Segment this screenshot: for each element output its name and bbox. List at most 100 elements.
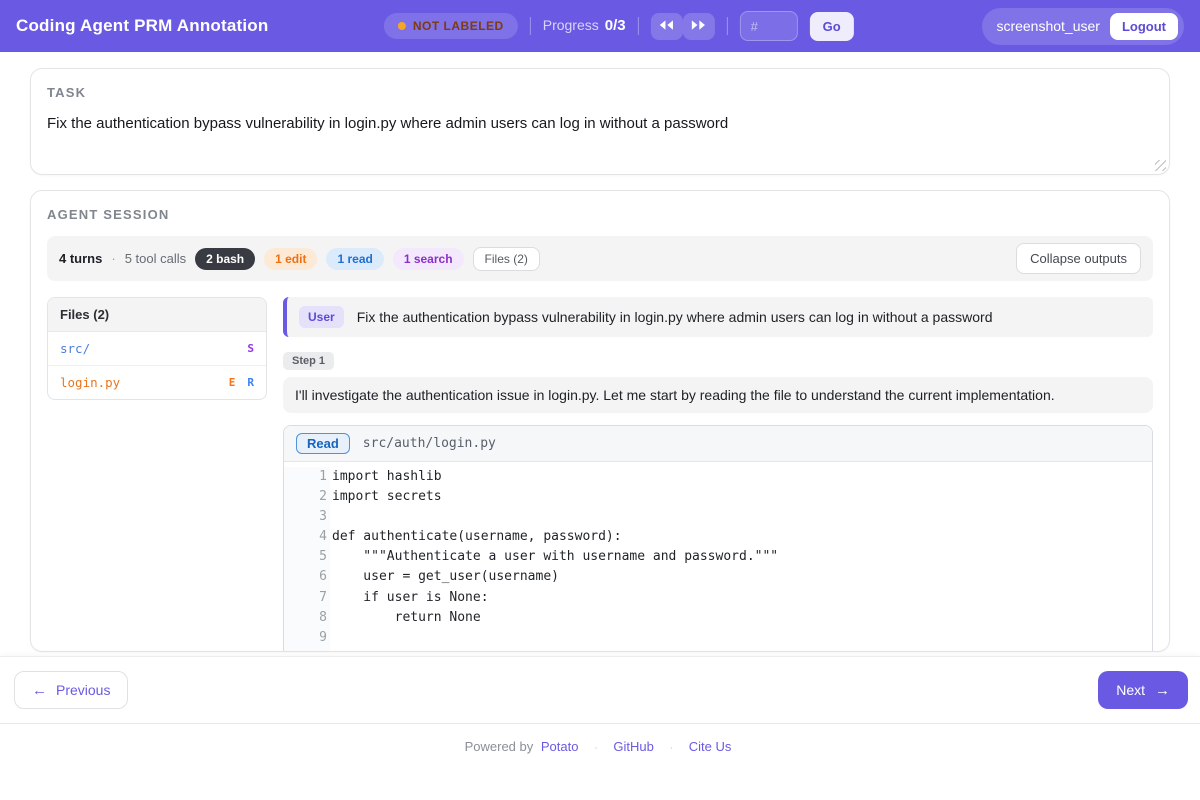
page-footer: Powered by Potato · GitHub · Cite Us (0, 723, 1200, 800)
code-line: 8 return None (284, 608, 1152, 628)
next-item-button[interactable] (683, 13, 715, 40)
line-code (330, 628, 332, 648)
code-line: 4def authenticate(username, password): (284, 527, 1152, 547)
user-message: User Fix the authentication bypass vulne… (283, 297, 1153, 337)
go-button[interactable]: Go (810, 12, 854, 41)
nav-buttons (651, 13, 715, 40)
search-count-badge: 1 search (393, 248, 464, 270)
app-header: Coding Agent PRM Annotation NOT LABELED … (0, 0, 1200, 52)
file-row-login-py[interactable]: login.py E R (48, 365, 266, 399)
divider (530, 17, 531, 35)
line-number: 1 (284, 467, 330, 487)
agent-session-card: AGENT SESSION 4 turns · 5 tool calls 2 b… (30, 190, 1170, 652)
powered-by-label: Powered by (465, 739, 534, 754)
footer-separator: · (669, 742, 673, 754)
fast-rewind-icon (659, 19, 674, 34)
pagination-bar: ← Previous Next → (0, 656, 1200, 723)
prev-item-button[interactable] (651, 13, 683, 40)
line-number: 3 (284, 507, 330, 527)
file-name: src/ (60, 341, 90, 356)
files-panel-title: Files (2) (48, 298, 266, 332)
files-panel: Files (2) src/ S login.py E R (47, 297, 267, 400)
edit-count-badge: 1 edit (264, 248, 317, 270)
next-button[interactable]: Next → (1098, 671, 1188, 709)
turns-count: 4 turns (59, 251, 102, 266)
header-center-controls: NOT LABELED Progress 0/3 (384, 0, 854, 52)
assistant-message: I'll investigate the authentication issu… (283, 377, 1153, 413)
previous-button[interactable]: ← Previous (14, 671, 128, 709)
code-line: 10 # Admin bypass for development (284, 648, 1152, 652)
code-line: 2import secrets (284, 487, 1152, 507)
username: screenshot_user (996, 18, 1100, 34)
main-content: TASK Fix the authentication bypass vulne… (0, 52, 1200, 653)
line-code: if user is None: (330, 588, 489, 608)
logout-button[interactable]: Logout (1110, 13, 1178, 40)
tool-file-path: src/auth/login.py (363, 436, 496, 451)
line-code: return None (330, 608, 481, 628)
code-viewer: 1import hashlib 2import secrets 3 4def a… (284, 462, 1152, 652)
cite-us-link[interactable]: Cite Us (689, 739, 732, 754)
tool-name-badge[interactable]: Read (296, 433, 350, 454)
line-number: 8 (284, 608, 330, 628)
line-code: # Admin bypass for development (330, 648, 598, 652)
github-link[interactable]: GitHub (613, 739, 653, 754)
resize-handle[interactable] (1155, 160, 1166, 171)
task-text: Fix the authentication bypass vulnerabil… (47, 115, 1153, 132)
potato-link[interactable]: Potato (541, 739, 579, 754)
line-number: 6 (284, 567, 330, 587)
line-code: import hashlib (330, 467, 442, 487)
tool-call-block: Read src/auth/login.py 1import hashlib 2… (283, 425, 1153, 652)
session-section-label: AGENT SESSION (47, 207, 1153, 222)
status-badge-label: NOT LABELED (413, 19, 504, 33)
divider (727, 17, 728, 35)
line-code: def authenticate(username, password): (330, 527, 622, 547)
line-code (330, 507, 332, 527)
jump-to-input[interactable] (740, 11, 798, 41)
line-code: """Authenticate a user with username and… (330, 547, 778, 567)
task-section-label: TASK (47, 85, 1153, 100)
bash-count-badge: 2 bash (195, 248, 255, 270)
page: Coding Agent PRM Annotation NOT LABELED … (0, 0, 1200, 800)
files-chip-button[interactable]: Files (2) (473, 247, 540, 271)
progress-indicator: Progress 0/3 (543, 17, 626, 35)
user-message-text: Fix the authentication bypass vulnerabil… (357, 309, 993, 325)
search-op-badge: S (247, 342, 254, 355)
progress-label: Progress (543, 17, 599, 33)
tool-call-header: Read src/auth/login.py (284, 426, 1152, 462)
code-line: 3 (284, 507, 1152, 527)
app-title: Coding Agent PRM Annotation (16, 16, 268, 36)
status-badge: NOT LABELED (384, 13, 518, 39)
step-label: Step 1 (283, 352, 334, 370)
read-op-badge: R (247, 376, 254, 389)
code-line: 9 (284, 628, 1152, 648)
tool-calls-count: 5 tool calls (125, 251, 186, 266)
code-line: 7 if user is None: (284, 588, 1152, 608)
line-code: user = get_user(username) (330, 567, 559, 587)
read-count-badge: 1 read (326, 248, 383, 270)
conversation: User Fix the authentication bypass vulne… (283, 297, 1153, 652)
file-row-src[interactable]: src/ S (48, 332, 266, 365)
line-number: 5 (284, 547, 330, 567)
next-button-label: Next (1116, 682, 1145, 698)
footer-separator: · (594, 742, 598, 754)
progress-value: 0/3 (605, 17, 626, 34)
session-summary-bar: 4 turns · 5 tool calls 2 bash 1 edit 1 r… (47, 236, 1153, 281)
task-card: TASK Fix the authentication bypass vulne… (30, 68, 1170, 175)
status-dot-icon (398, 22, 406, 30)
collapse-outputs-button[interactable]: Collapse outputs (1016, 243, 1141, 274)
line-number: 9 (284, 628, 330, 648)
left-arrow-icon: ← (32, 683, 47, 698)
code-line: 1import hashlib (284, 467, 1152, 487)
code-line: 6 user = get_user(username) (284, 567, 1152, 587)
edit-op-badge: E (229, 376, 236, 389)
previous-button-label: Previous (56, 682, 110, 698)
line-number: 4 (284, 527, 330, 547)
line-code: import secrets (330, 487, 442, 507)
line-number: 7 (284, 588, 330, 608)
session-body: Files (2) src/ S login.py E R (47, 297, 1153, 652)
divider (638, 17, 639, 35)
middot: · (111, 251, 115, 266)
user-role-badge: User (299, 306, 344, 328)
fast-forward-icon (691, 19, 706, 34)
right-arrow-icon: → (1155, 683, 1170, 698)
